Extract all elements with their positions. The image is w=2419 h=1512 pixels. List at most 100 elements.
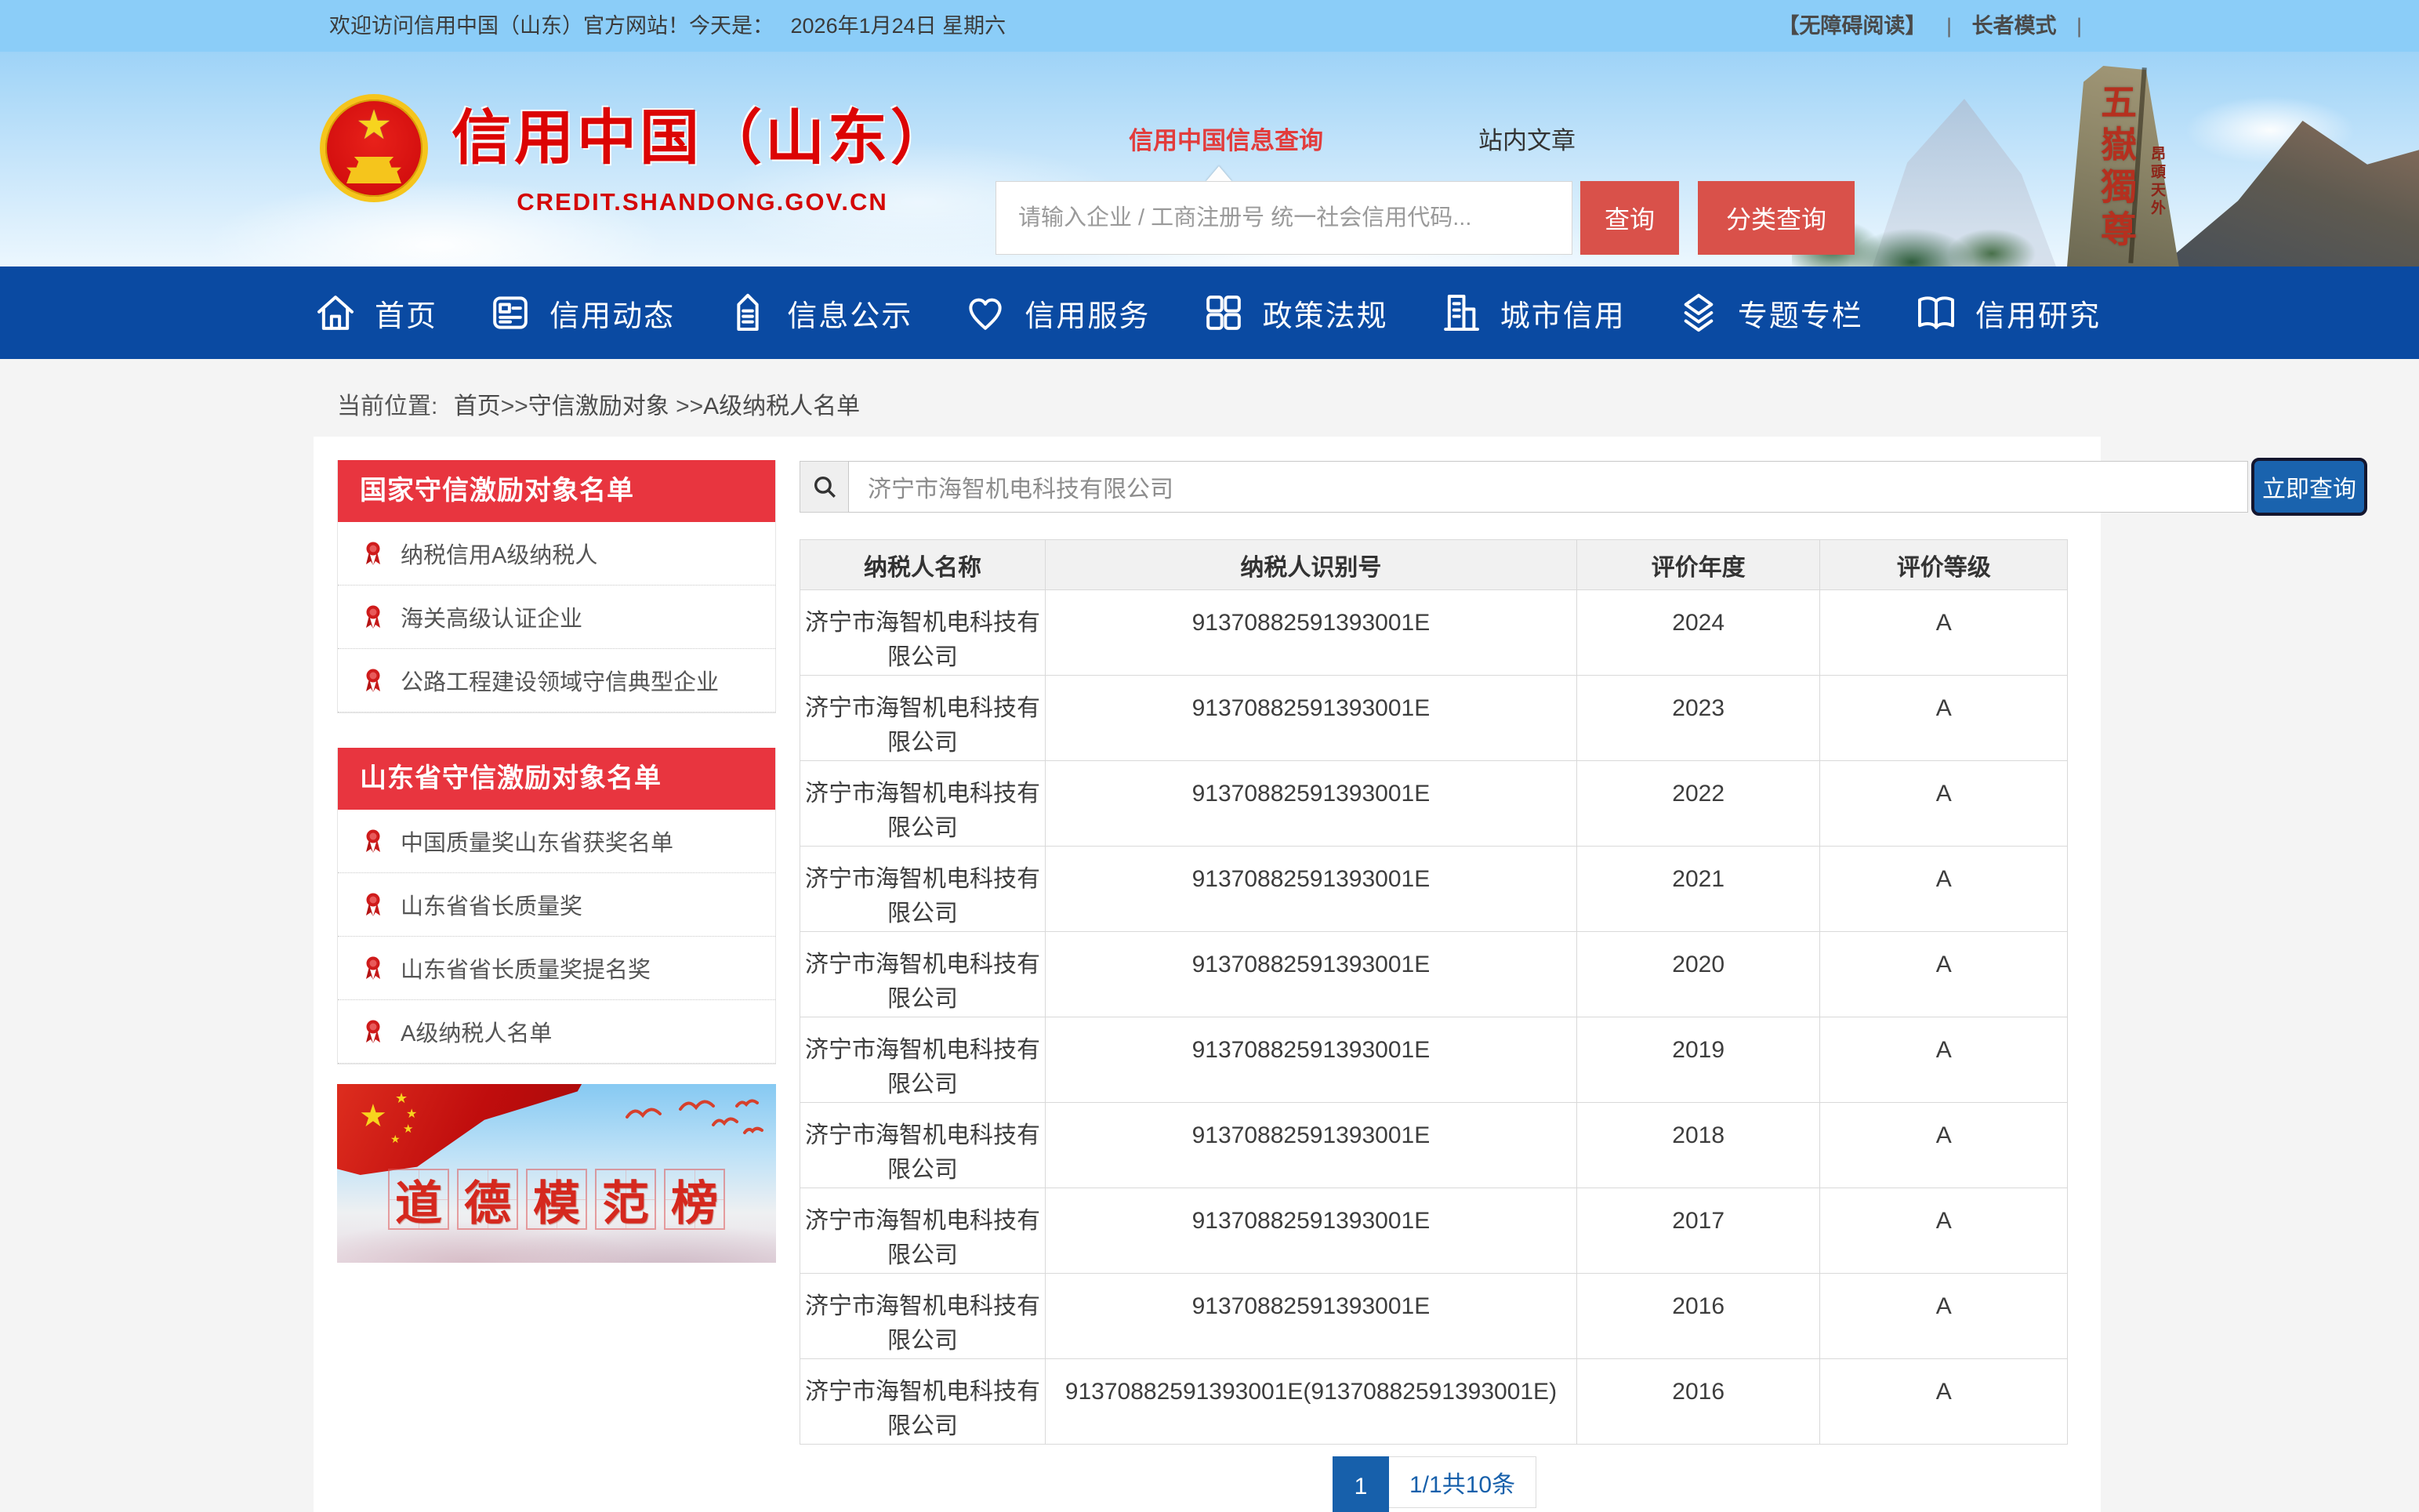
breadcrumb-home-link[interactable]: 首页 (454, 393, 501, 419)
stone-inscription-text: 五嶽獨尊 (2096, 83, 2137, 252)
nav-item-8[interactable]: 信用研究 (1914, 291, 2101, 335)
sidebar-item[interactable]: 山东省省长质量奖 (338, 873, 775, 937)
banner-character: 德 (457, 1169, 518, 1230)
company-search-input[interactable] (848, 461, 2248, 513)
nav-item-4[interactable]: 信用服务 (963, 291, 1150, 335)
nav-item-label: 信用服务 (1025, 292, 1150, 335)
nav-item-7[interactable]: 专题专栏 (1677, 291, 1863, 335)
medal-ribbon-icon (363, 829, 383, 854)
cell-taxpayer-id: 91370882591393001E (1045, 1274, 1576, 1359)
table-row: 济宁市海智机电科技有限公司91370882591393001E2021A (800, 847, 2068, 932)
stone-side-text: 昂頭天外 (2146, 146, 2167, 218)
cell-taxpayer-id: 91370882591393001E(91370882591393001E) (1045, 1359, 1576, 1445)
cell-taxpayer-id: 91370882591393001E (1045, 590, 1576, 676)
cell-eval-grade: A (1820, 932, 2068, 1017)
page-1-button[interactable]: 1 (1333, 1456, 1389, 1512)
layers-icon (1677, 291, 1721, 335)
sidebar-section-title: 山东省守信激励对象名单 (338, 748, 775, 810)
sidebar-item[interactable]: 山东省省长质量奖提名奖 (338, 937, 775, 1000)
cell-taxpayer-name: 济宁市海智机电科技有限公司 (800, 1274, 1046, 1359)
building-icon (1439, 291, 1483, 335)
heart-icon (963, 291, 1007, 335)
banner-character: 模 (526, 1169, 587, 1230)
cell-taxpayer-name: 济宁市海智机电科技有限公司 (800, 676, 1046, 761)
welcome-text: 欢迎访问信用中国（山东）官方网站！今天是： 2026年1月24日 星期六 (329, 0, 1006, 52)
cell-eval-year: 2020 (1576, 932, 1820, 1017)
sidebar-item-label: 纳税信用A级纳税人 (401, 537, 597, 570)
table-row: 济宁市海智机电科技有限公司91370882591393001E2016A (800, 1274, 2068, 1359)
cell-taxpayer-name: 济宁市海智机电科技有限公司 (800, 847, 1046, 932)
nav-item-label: 城市信用 (1500, 292, 1626, 335)
nav-item-label: 信用动态 (549, 292, 675, 335)
flag-star: ★ (390, 1133, 401, 1146)
search-now-button[interactable]: 立即查询 (2251, 458, 2367, 516)
nav-item-5[interactable]: 政策法规 (1202, 291, 1388, 335)
nav-item-3[interactable]: 信息公示 (726, 291, 912, 335)
cell-taxpayer-name: 济宁市海智机电科技有限公司 (800, 1103, 1046, 1188)
sidebar-item-label: 海关高级认证企业 (401, 600, 582, 633)
cell-eval-year: 2022 (1576, 761, 1820, 847)
flag-star: ★ (359, 1098, 387, 1134)
nav-item-6[interactable]: 城市信用 (1439, 291, 1626, 335)
cell-eval-year: 2016 (1576, 1359, 1820, 1445)
nav-item-label: 首页 (375, 292, 437, 335)
cell-eval-grade: A (1820, 1188, 2068, 1274)
flag-star: ★ (395, 1090, 408, 1107)
category-query-button[interactable]: 分类查询 (1698, 181, 1855, 255)
breadcrumb-section-link[interactable]: 守信激励对象 (528, 393, 669, 419)
cell-eval-grade: A (1820, 1359, 2068, 1445)
moral-model-banner[interactable]: ★ ★ ★ ★ ★ 道德模范榜 (337, 1084, 776, 1263)
sidebar-item-label: 山东省省长质量奖 (401, 888, 582, 921)
cell-eval-grade: A (1820, 590, 2068, 676)
cell-taxpayer-id: 91370882591393001E (1045, 1103, 1576, 1188)
separator: | (1946, 14, 1952, 38)
site-logo[interactable]: ★ 信用中国（山东） CREDIT.SHANDONG.GOV.CN (320, 89, 953, 216)
nav-item-2[interactable]: 信用动态 (488, 291, 675, 335)
sidebar-item[interactable]: 中国质量奖山东省获奖名单 (338, 810, 775, 873)
banner-character: 范 (595, 1169, 656, 1230)
news-icon (488, 291, 532, 335)
tab-credit-info-query[interactable]: 信用中国信息查询 (1129, 121, 1323, 156)
pagination: 1 1/1共10条 (1333, 1456, 1536, 1512)
current-date: 2026年1月24日 星期六 (791, 14, 1006, 38)
nav-item-1[interactable]: 首页 (314, 291, 437, 335)
cell-taxpayer-id: 91370882591393001E (1045, 761, 1576, 847)
breadcrumb-separator: >> (669, 393, 703, 419)
table-row: 济宁市海智机电科技有限公司91370882591393001E2023A (800, 676, 2068, 761)
sidebar-item-label: 中国质量奖山东省获奖名单 (401, 825, 673, 858)
medal-ribbon-icon (363, 604, 383, 629)
national-emblem-icon: ★ (320, 89, 428, 208)
active-tab-caret (1206, 166, 1232, 182)
header-search-tabs: 信用中国信息查询 站内文章 (1129, 121, 1576, 156)
cell-taxpayer-id: 91370882591393001E (1045, 847, 1576, 932)
medal-ribbon-icon (363, 1019, 383, 1044)
sidebar-item[interactable]: 海关高级认证企业 (338, 586, 775, 649)
sidebar-section-title: 国家守信激励对象名单 (338, 460, 775, 522)
elder-mode-link[interactable]: 长者模式 (1971, 14, 2056, 38)
cell-eval-grade: A (1820, 1103, 2068, 1188)
sidebar-item[interactable]: 公路工程建设领域守信典型企业 (338, 649, 775, 712)
banner-title: 道德模范榜 (384, 1169, 729, 1230)
tab-site-articles[interactable]: 站内文章 (1478, 121, 1576, 156)
cell-eval-year: 2019 (1576, 1017, 1820, 1103)
cell-taxpayer-name: 济宁市海智机电科技有限公司 (800, 932, 1046, 1017)
top-bar: 欢迎访问信用中国（山东）官方网站！今天是： 2026年1月24日 星期六 【无障… (0, 0, 2419, 52)
breadcrumb-separator: >> (501, 393, 528, 419)
cell-eval-grade: A (1820, 1017, 2068, 1103)
banner-character: 榜 (664, 1169, 725, 1230)
cell-eval-grade: A (1820, 847, 2068, 932)
cell-eval-year: 2024 (1576, 590, 1820, 676)
sidebar-item[interactable]: 纳税信用A级纳税人 (338, 522, 775, 586)
cell-taxpayer-id: 91370882591393001E (1045, 1188, 1576, 1274)
query-button[interactable]: 查询 (1580, 181, 1679, 255)
col-taxpayer-id: 纳税人识别号 (1045, 540, 1576, 590)
taxpayer-table: 纳税人名称 纳税人识别号 评价年度 评价等级 济宁市海智机电科技有限公司9137… (800, 539, 2068, 1445)
medal-ribbon-icon (363, 892, 383, 917)
header-search-input[interactable] (996, 181, 1572, 255)
mountain-scenery-image: 五嶽獨尊 昂頭天外 (1792, 52, 2419, 267)
sidebar-item[interactable]: A级纳税人名单 (338, 1000, 775, 1064)
banner-character: 道 (388, 1169, 449, 1230)
accessibility-link[interactable]: 【无障碍阅读】 (1778, 14, 1926, 38)
separator: | (2076, 14, 2082, 38)
cell-taxpayer-id: 91370882591393001E (1045, 676, 1576, 761)
